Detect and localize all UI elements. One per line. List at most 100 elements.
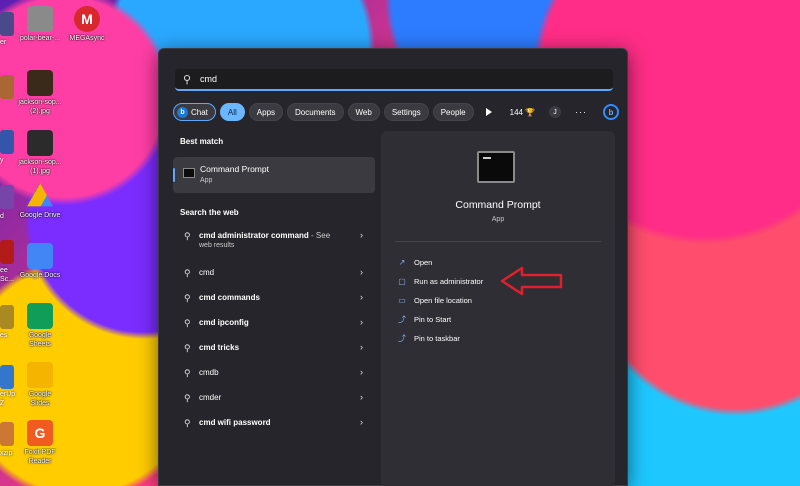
desktop-icon-foxit[interactable]: G Foxit PDF Reader [16, 420, 64, 466]
preview-title: Command Prompt [455, 199, 541, 211]
search-icon: ⚲ [183, 73, 192, 86]
search-icon: ⚲ [184, 293, 191, 303]
edge-app-icon[interactable] [0, 240, 14, 264]
command-prompt-icon [477, 151, 515, 183]
chip-chat[interactable]: b Chat [173, 103, 216, 121]
chevron-right-icon: › [360, 230, 363, 240]
play-icon[interactable] [485, 108, 492, 116]
search-icon: ⚲ [184, 318, 191, 328]
preview-subtitle: App [491, 216, 505, 223]
action-open[interactable]: ↗ Open [397, 255, 433, 269]
desktop-icon-label: MEGAsync [69, 35, 105, 42]
edge-app-icon[interactable] [0, 185, 14, 209]
desktop-icon-google-drive[interactable]: Google Drive [16, 183, 64, 220]
google-slides-icon [27, 362, 53, 388]
edge-app-icon[interactable] [0, 422, 14, 446]
desktop-icon-megasync[interactable]: M MEGAsync [63, 6, 111, 43]
desktop-icon-label: Google Sheets [28, 332, 52, 348]
action-label: Pin to Start [414, 314, 452, 324]
open-external-icon: ↗ [398, 257, 406, 267]
web-result-suffix: - See [308, 231, 331, 240]
desktop-icon-label: Google Slides [28, 391, 52, 407]
web-result-label: cmd wifi password [199, 418, 271, 427]
action-label: Open file location [414, 295, 472, 305]
chip-apps[interactable]: Apps [248, 103, 284, 121]
desktop-icon-polar-bear[interactable]: polar-bear-... [16, 6, 64, 43]
edge-app-icon[interactable] [0, 75, 14, 99]
edge-app-icon[interactable] [0, 365, 14, 389]
red-arrow-annotation [500, 266, 563, 296]
avatar[interactable]: J [548, 106, 561, 118]
edge-app-icon[interactable] [0, 12, 14, 36]
desktop-icon-google-slides[interactable]: Google Slides [16, 362, 64, 408]
web-result-item[interactable]: ⚲ cmd wifi password › [173, 411, 375, 436]
action-open-file-location[interactable]: ▭ Open file location [397, 293, 472, 307]
image-file-icon [27, 70, 53, 96]
search-icon: ⚲ [184, 268, 191, 278]
web-result-label: cmder [199, 393, 222, 402]
search-icon: ⚲ [184, 343, 191, 353]
action-label: Pin to taskbar [414, 333, 460, 343]
chevron-right-icon: › [360, 392, 363, 402]
rewards-points[interactable]: 144 🏆 [510, 108, 535, 117]
search-query[interactable]: cmd [200, 74, 217, 84]
edge-app-label: y [0, 157, 4, 164]
edge-app-label: ee Sc... [0, 267, 15, 283]
chevron-right-icon: › [360, 292, 363, 302]
web-result-label: cmd tricks [199, 343, 240, 352]
best-match-item[interactable]: Command Prompt App [173, 157, 375, 193]
desktop-icon-label: Google Drive [19, 212, 61, 219]
best-match-heading: Best match [180, 137, 224, 146]
desktop-icon-jackson-2[interactable]: jackson-sop... (2).jpg [16, 70, 64, 116]
web-result-item[interactable]: ⚲ cmd ipconfig › [173, 311, 375, 336]
google-sheets-icon [27, 303, 53, 329]
desktop-icon-label: polar-bear-... [19, 35, 61, 42]
chip-web[interactable]: Web [347, 103, 380, 121]
chip-documents[interactable]: Documents [287, 103, 344, 121]
desktop-icon-google-docs[interactable]: Google Docs [16, 243, 64, 280]
megasync-icon: M [74, 6, 100, 32]
bing-icon: b [177, 106, 188, 118]
chip-chat-label: Chat [191, 107, 208, 117]
trophy-icon: 🏆 [525, 107, 535, 117]
edge-app-icon[interactable] [0, 305, 14, 329]
search-icon: ⚲ [184, 231, 191, 241]
desktop-icon-google-sheets[interactable]: Google Sheets [16, 303, 64, 349]
action-label: Run as administrator [414, 276, 484, 286]
search-input[interactable]: ⚲ cmd [175, 69, 613, 91]
action-pin-to-start[interactable]: ⤴ Pin to Start [397, 312, 451, 326]
action-run-as-administrator[interactable]: ▢ Run as administrator [397, 274, 483, 288]
edge-app-label: er [0, 39, 7, 46]
pin-icon: ⤴ [398, 333, 406, 343]
search-web-heading: Search the web [180, 208, 239, 217]
chip-settings[interactable]: Settings [383, 103, 429, 121]
web-result-item[interactable]: ⚲ cmd tricks › [173, 336, 375, 361]
desktop-icon-label: Google Docs [19, 272, 61, 279]
web-result-item[interactable]: ⚲ cmd › [173, 261, 375, 286]
web-result-item[interactable]: ⚲ cmdb › [173, 361, 375, 386]
desktop-icon-label: Foxit PDF Reader [24, 449, 56, 465]
chevron-right-icon: › [360, 267, 363, 277]
chip-people[interactable]: People [432, 103, 474, 121]
web-result-item[interactable]: ⚲ cmder › [173, 386, 375, 411]
desktop-icon-label: jackson-sop... (1).jpg [18, 159, 62, 175]
web-result-item[interactable]: ⚲ cmd administrator command - See web re… [173, 224, 375, 261]
selection-accent [173, 168, 175, 182]
more-options-icon[interactable]: ··· [575, 107, 587, 117]
edge-app-icon[interactable] [0, 130, 14, 154]
edge-app-label: erUp Z [0, 391, 16, 407]
action-pin-to-taskbar[interactable]: ⤴ Pin to taskbar [397, 331, 460, 345]
edge-app-label: es [0, 332, 8, 339]
image-file-icon [27, 6, 53, 32]
chip-all[interactable]: All [219, 103, 245, 121]
web-result-item[interactable]: ⚲ cmd commands › [173, 286, 375, 311]
filter-chips: b Chat All Apps Documents Web Settings P… [173, 102, 619, 122]
web-result-sub: web results [199, 242, 235, 249]
desktop-icon-jackson-1[interactable]: jackson-sop... (1).jpg [16, 130, 64, 176]
web-result-label: cmd commands [199, 293, 260, 302]
chevron-right-icon: › [360, 417, 363, 427]
preview-pane: Command Prompt App ↗ Open ▢ Run as admin… [381, 131, 615, 486]
points-value: 144 [509, 107, 523, 117]
best-match-title: Command Prompt [200, 164, 269, 174]
bing-chat-button[interactable]: b [602, 104, 619, 120]
